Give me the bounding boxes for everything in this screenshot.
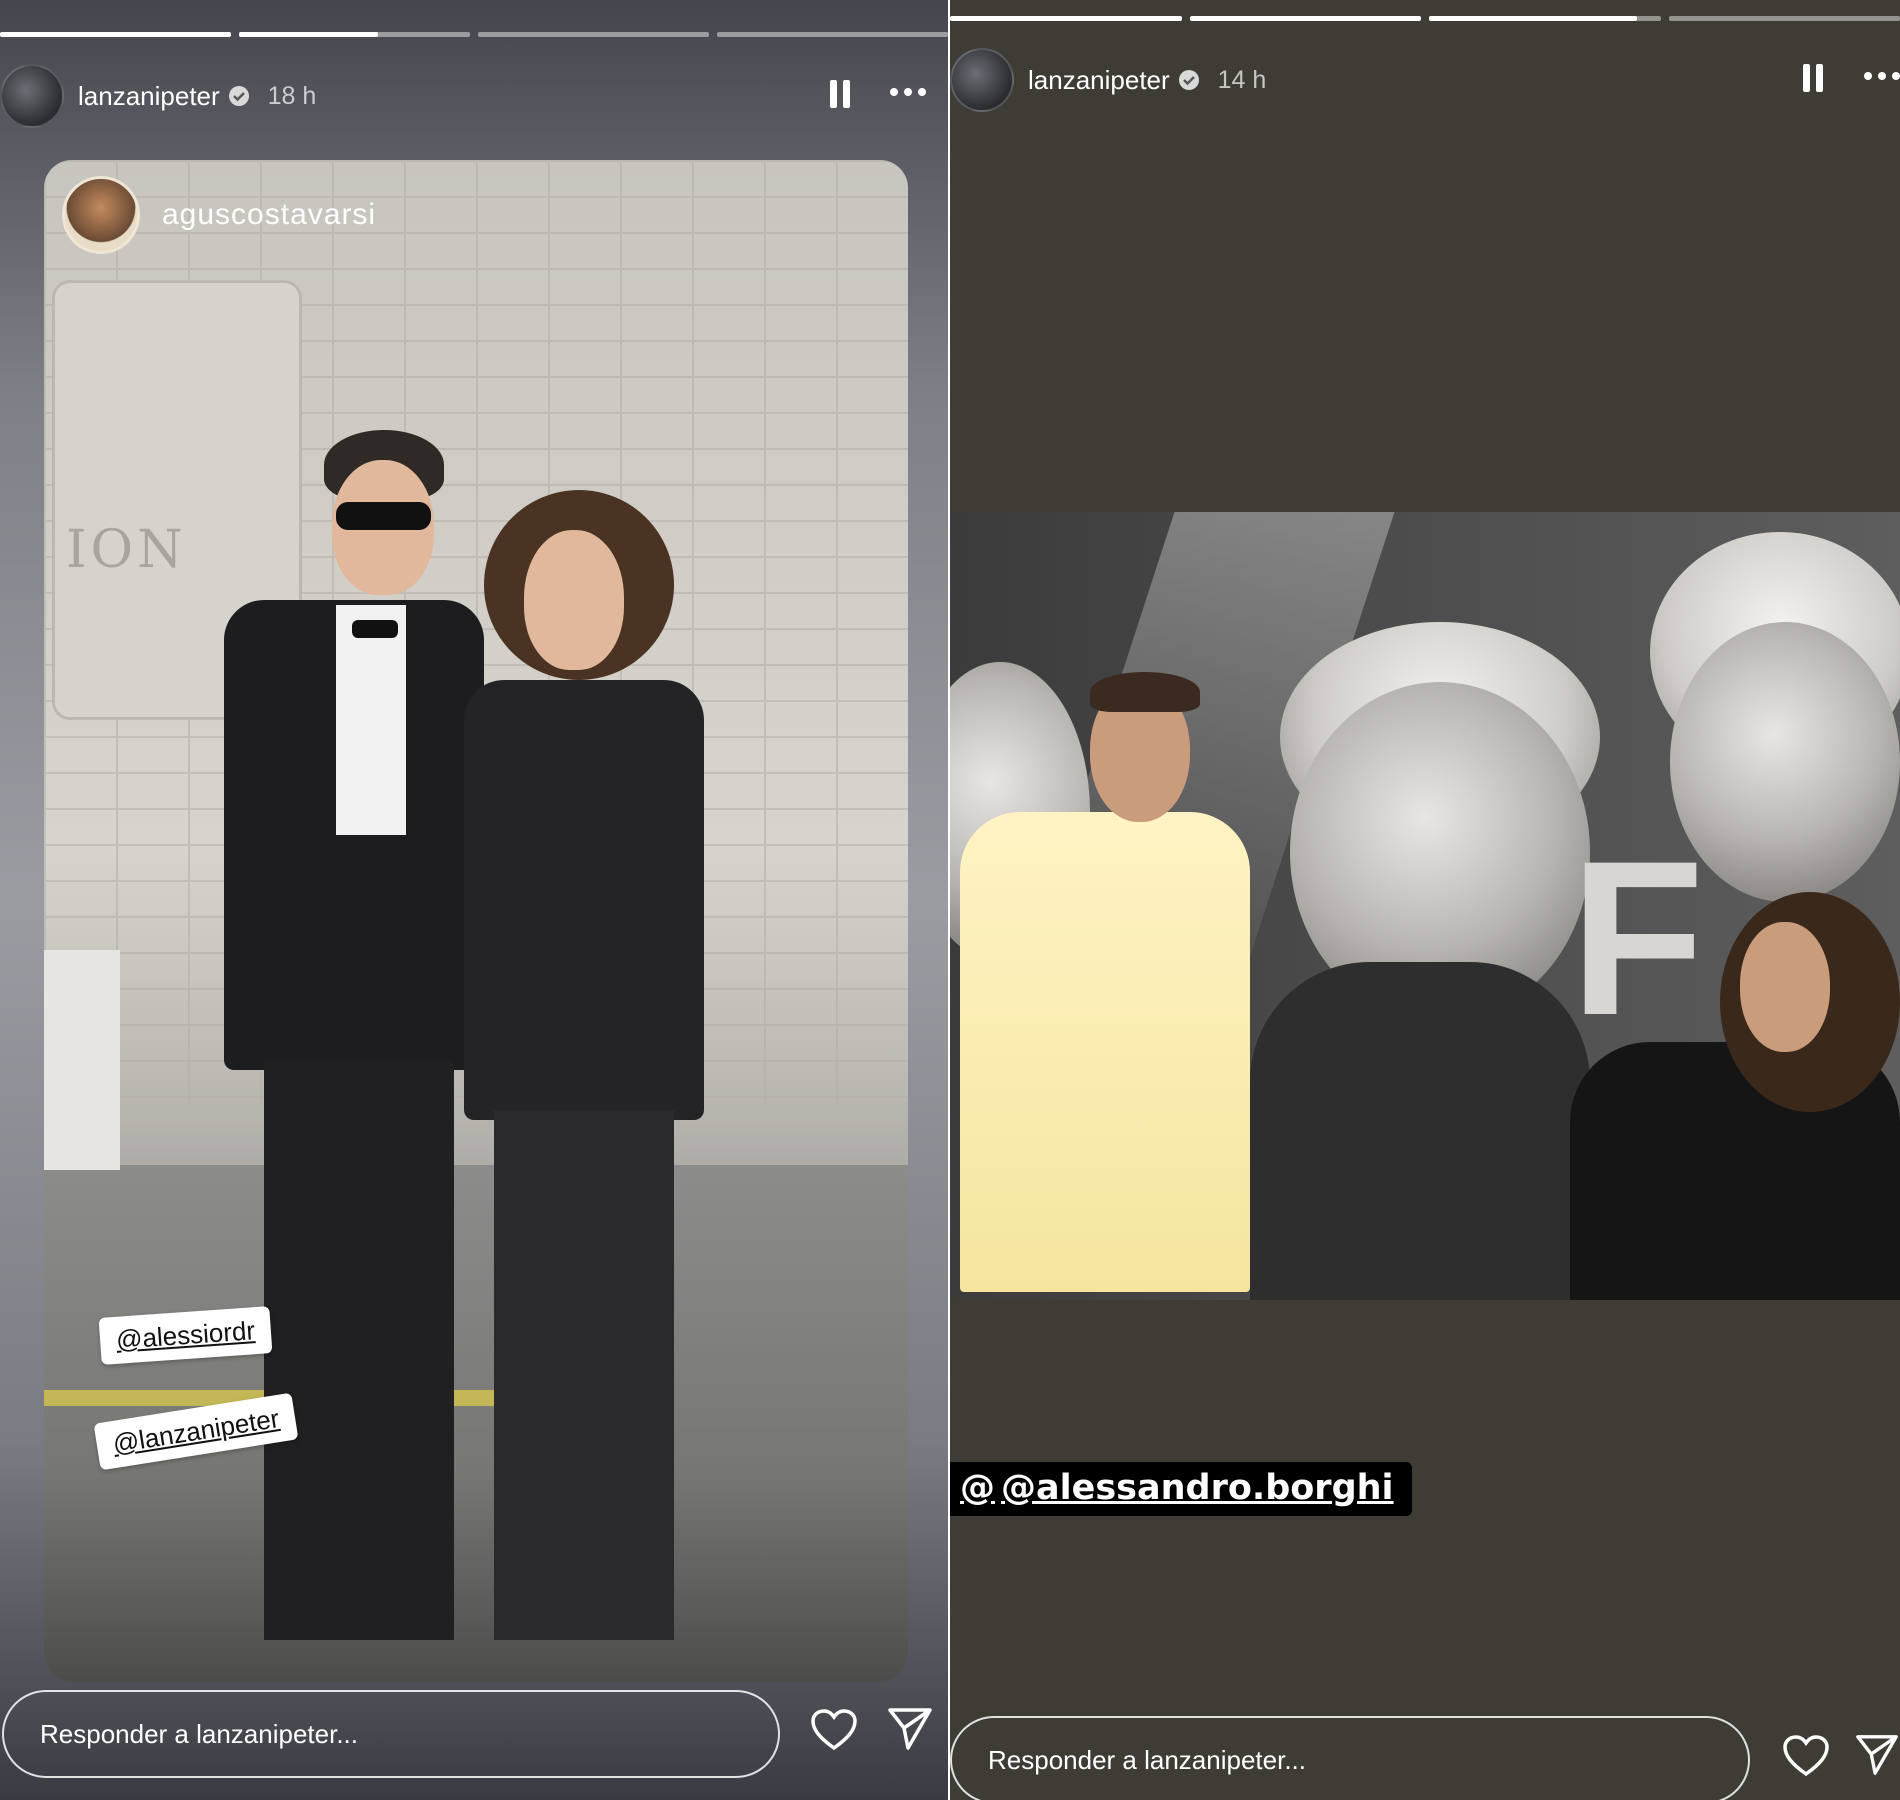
heart-icon[interactable] [1782,1734,1830,1782]
poster-face-right [1670,622,1900,902]
reply-placeholder: Responder a lanzanipeter... [988,1744,1306,1775]
bollard [44,950,120,1170]
story-left[interactable]: lanzanipeter 18 h ION aguscostavarsi @al… [0,0,948,1800]
send-icon[interactable] [886,1706,934,1756]
username[interactable]: lanzanipeter [1028,65,1170,96]
reply-input[interactable]: Responder a lanzanipeter... [2,1690,780,1778]
reshared-from[interactable]: aguscostavarsi [62,176,376,254]
story-photo: F [950,512,1900,1300]
person-in-black-suit [464,490,704,1640]
threads-icon: @ [960,1468,995,1508]
pause-icon[interactable] [1803,64,1823,92]
more-icon[interactable] [890,88,926,96]
progress-segment-current [239,32,470,37]
person-hair [1090,672,1200,712]
mention-tag-label: @alessandro.borghi [1001,1468,1394,1508]
source-avatar[interactable] [62,176,140,254]
progress-segment [0,32,231,37]
progress-segment [1668,16,1900,21]
plaque-text: ION [66,520,187,580]
more-icon[interactable] [1864,72,1900,80]
send-icon[interactable] [1854,1732,1900,1782]
progress-segment [1189,16,1421,21]
story-progress-bar [0,32,948,37]
reply-placeholder: Responder a lanzanipeter... [40,1718,358,1749]
verified-badge-icon [228,85,250,107]
post-time: 14 h [1217,65,1267,94]
person-in-tuxedo [224,430,484,1640]
story-right[interactable]: lanzanipeter 14 h F @ @alessandro.borghi… [950,0,1900,1800]
heart-icon[interactable] [810,1708,858,1756]
verified-badge-icon [1178,69,1200,91]
mention-tag-alessandro-borghi[interactable]: @ @alessandro.borghi [950,1462,1412,1516]
progress-segment [717,32,948,37]
poster-letter: F [1570,815,1705,1061]
story-header: lanzanipeter 18 h [0,64,316,128]
progress-segment-current [1429,16,1661,21]
story-header: lanzanipeter 14 h [950,48,1266,112]
progress-segment [478,32,709,37]
person-face-smiling [1740,922,1830,1052]
pause-icon[interactable] [830,80,850,108]
story-progress-bar [950,16,1900,21]
post-time: 18 h [267,81,317,110]
person-yellow-jacket [960,812,1250,1292]
source-username[interactable]: aguscostavarsi [162,198,376,232]
avatar[interactable] [0,64,64,128]
reply-input[interactable]: Responder a lanzanipeter... [950,1716,1750,1800]
progress-segment [950,16,1182,21]
poster-suit [1250,962,1590,1300]
username[interactable]: lanzanipeter [78,81,220,112]
avatar[interactable] [950,48,1014,112]
